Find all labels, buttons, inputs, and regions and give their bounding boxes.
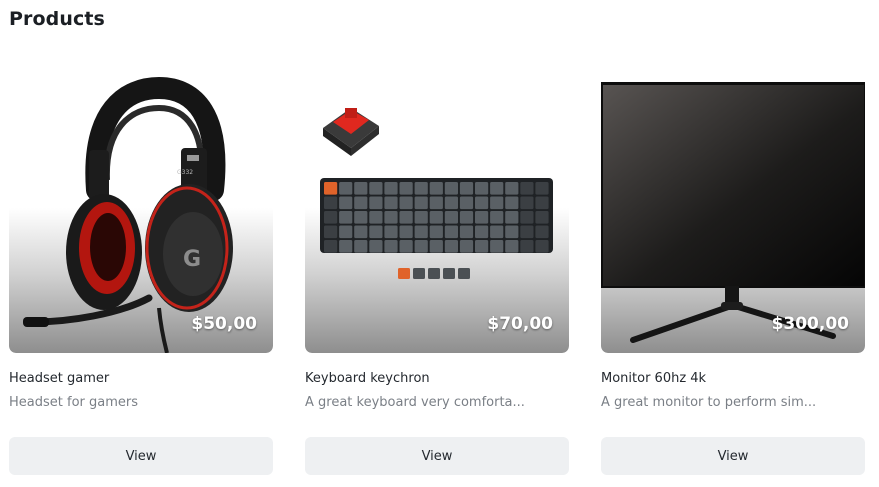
keycap (414, 182, 428, 195)
product-price: $50,00 (191, 314, 257, 334)
product-media[interactable]: $70,00 (305, 40, 569, 353)
keycap (369, 182, 383, 195)
keycap (429, 211, 443, 224)
keycap (414, 225, 428, 239)
keycap (354, 225, 368, 239)
keycap (369, 240, 383, 253)
keycap (444, 225, 458, 239)
product-description: A great monitor to perform sim... (601, 395, 817, 410)
keycap (520, 240, 534, 253)
keycap (324, 240, 338, 253)
product-description: A great keyboard very comforta... (305, 395, 525, 410)
product-card-headset[interactable]: G G332 $50,00 Headset gamer Headset for … (9, 0, 273, 487)
keycap (429, 196, 443, 210)
keycap (324, 196, 338, 210)
keycap (354, 196, 368, 210)
product-price: $300,00 (771, 314, 849, 334)
keycap (505, 240, 519, 253)
keycap (414, 196, 428, 210)
keycap (459, 196, 474, 210)
keycap (399, 240, 413, 253)
keycap (490, 196, 504, 210)
keycap (369, 211, 383, 224)
keycap (384, 225, 398, 239)
keycap (490, 240, 504, 253)
keycap (490, 225, 504, 239)
keycap (429, 240, 443, 253)
keycap (535, 240, 549, 253)
keycap (505, 211, 519, 224)
view-button[interactable]: View (305, 437, 569, 475)
keycap (339, 211, 353, 224)
keycap (339, 240, 353, 253)
keyboard-image (320, 108, 553, 279)
keycap (369, 196, 383, 210)
headset-model-text: G332 (177, 169, 193, 176)
keycap (384, 196, 398, 210)
keycap (339, 196, 353, 210)
product-name: Monitor 60hz 4k (601, 371, 707, 386)
keycap (384, 240, 398, 253)
keycap (520, 182, 534, 195)
keycap (354, 240, 368, 253)
keycap (354, 211, 368, 224)
keycap (444, 211, 458, 224)
keycap (324, 211, 338, 224)
keycap (429, 225, 443, 239)
keycap (505, 225, 519, 239)
keycap (490, 211, 504, 224)
product-card-keyboard[interactable]: $70,00 Keyboard keychron A great keyboar… (305, 0, 569, 487)
keycap (444, 196, 458, 210)
product-name: Headset gamer (9, 371, 110, 386)
keycap (520, 211, 534, 224)
keycap (505, 196, 519, 210)
keycap (475, 211, 489, 224)
keycap (475, 225, 489, 239)
keycap (399, 182, 413, 195)
keycap (535, 225, 549, 239)
product-name: Keyboard keychron (305, 371, 430, 386)
keycap (459, 211, 474, 224)
keycap (490, 182, 504, 195)
keycap (475, 196, 489, 210)
product-card-monitor[interactable]: $300,00 Monitor 60hz 4k A great monitor … (601, 0, 865, 487)
view-button[interactable]: View (601, 437, 865, 475)
keycap (324, 182, 338, 195)
keycap (475, 240, 489, 253)
keycap (520, 196, 534, 210)
keycap (399, 211, 413, 224)
monitor-image (601, 82, 865, 343)
keycap (339, 182, 353, 195)
product-description: Headset for gamers (9, 395, 138, 410)
keycap (384, 182, 398, 195)
keycap (354, 182, 368, 195)
keycap (535, 211, 549, 224)
product-price: $70,00 (487, 314, 553, 334)
switch-icon (323, 108, 379, 156)
keycap (339, 225, 353, 239)
keycap (384, 211, 398, 224)
view-button[interactable]: View (9, 437, 273, 475)
keycap (505, 182, 519, 195)
keycap (429, 182, 443, 195)
headset-image: G G332 (23, 76, 233, 353)
keycap (444, 182, 458, 195)
keycap (399, 225, 413, 239)
keycap (459, 225, 474, 239)
keycap (459, 182, 474, 195)
product-media[interactable]: $300,00 (601, 40, 865, 353)
keycap (414, 240, 428, 253)
keycap (475, 182, 489, 195)
product-media[interactable]: G G332 $50,00 (9, 40, 273, 353)
logo-glyph: G (183, 247, 201, 272)
keycap (444, 240, 458, 253)
keycap (399, 196, 413, 210)
keycap (324, 225, 338, 239)
keycap (459, 240, 474, 253)
keycap (535, 196, 549, 210)
keycap (414, 211, 428, 224)
keycap (520, 225, 534, 239)
keycap (369, 225, 383, 239)
keycap (535, 182, 549, 195)
